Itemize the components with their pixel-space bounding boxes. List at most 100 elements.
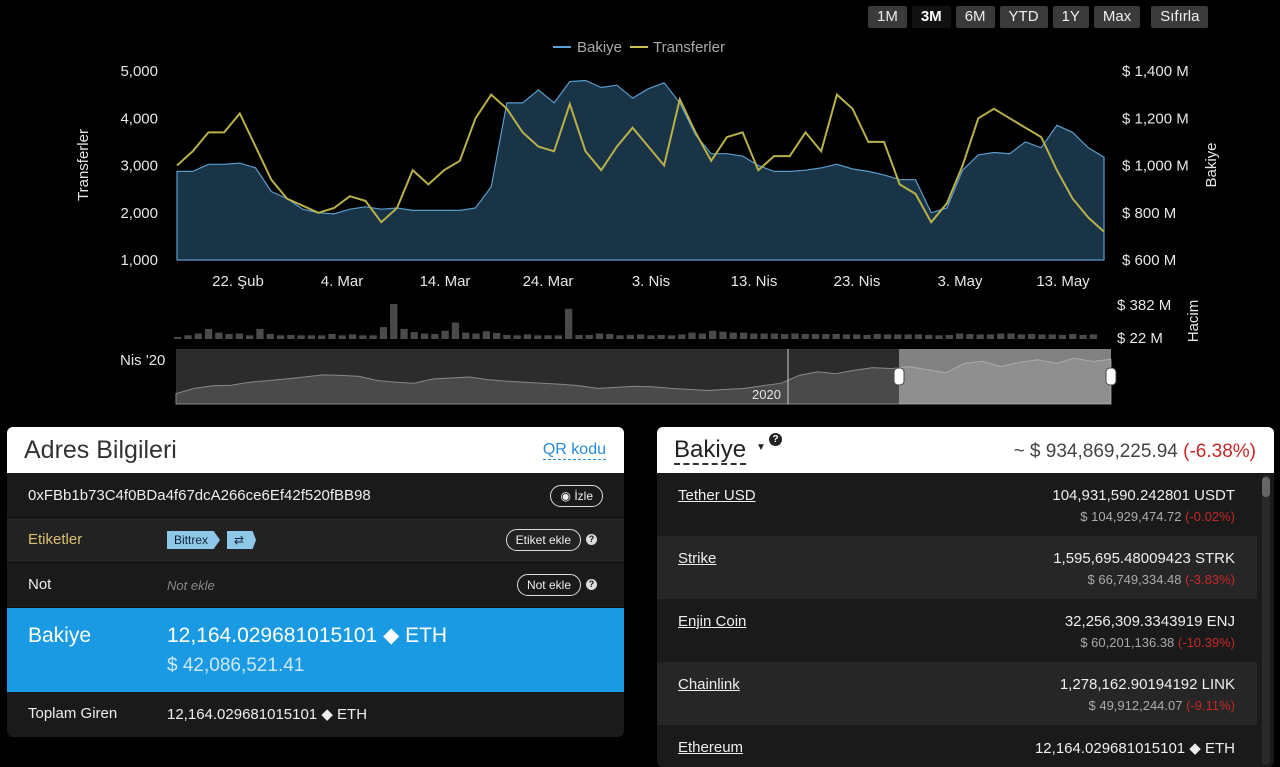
volume-bars: [174, 304, 1097, 339]
range-ytd-button[interactable]: YTD: [999, 6, 1048, 28]
watch-button[interactable]: ◉ İzle: [550, 485, 603, 507]
volume-bar: [853, 334, 861, 339]
token-change: (-9.11%): [1186, 698, 1235, 713]
token-change: (-10.39%): [1177, 635, 1235, 650]
volume-bar: [863, 334, 871, 339]
volume-bar: [657, 334, 665, 339]
note-input[interactable]: Not ekle: [167, 578, 215, 593]
token-amount: 104,931,590.242801 USDT: [1052, 487, 1235, 504]
volume-bar: [945, 334, 953, 339]
volume-bar: [575, 334, 583, 339]
tags-label: Etiketler: [28, 531, 83, 548]
volume-axis-label: Hacim: [1185, 300, 1202, 343]
navigator-right-handle[interactable]: [1105, 367, 1117, 386]
tag-bittrex[interactable]: Bittrex: [167, 531, 221, 549]
volume-bar: [667, 335, 676, 339]
token-name-link[interactable]: Ethereum: [678, 739, 743, 756]
balance-label: Bakiye: [28, 624, 92, 647]
volume-bar: [791, 333, 799, 339]
volume-bar: [482, 331, 490, 339]
qr-code-link[interactable]: QR kodu: [542, 441, 606, 460]
volume-bar: [441, 330, 449, 339]
volume-bar: [729, 332, 737, 339]
x-axis-tick: 22. Şub: [212, 273, 264, 290]
tokens-panel-title[interactable]: Bakiye: [674, 437, 747, 465]
volume-bar: [760, 333, 768, 339]
token-row: Ethereum 12,164.029681015101 ◆ ETH: [657, 725, 1257, 767]
token-row: Tether USD 104,931,590.242801 USDT $ 104…: [657, 473, 1257, 536]
navigator-year-label: 2020: [752, 387, 781, 402]
volume-bar: [276, 335, 285, 339]
range-3m-button[interactable]: 3M: [911, 6, 951, 28]
volume-bar: [318, 335, 326, 339]
scrollbar-thumb[interactable]: [1262, 477, 1270, 497]
range-6m-button[interactable]: 6M: [955, 6, 995, 28]
reset-zoom-button[interactable]: Sıfırla: [1151, 6, 1209, 28]
volume-bar: [688, 332, 696, 339]
token-amount: 12,164.029681015101 ◆ ETH: [1034, 740, 1235, 757]
volume-bar: [513, 335, 521, 339]
tags-help-icon[interactable]: ?: [586, 534, 597, 545]
navigator-left-handle[interactable]: [893, 367, 905, 386]
volume-bar: [431, 334, 439, 339]
volume-bar: [194, 333, 202, 339]
tag-exchange[interactable]: ⇄: [227, 531, 257, 549]
add-note-button[interactable]: Not ekle: [516, 574, 581, 596]
volume-bar: [894, 334, 902, 339]
legend-transferler[interactable]: Transferler: [653, 39, 725, 56]
volume-bar: [1069, 334, 1077, 339]
volume-bar: [595, 333, 604, 339]
volume-bar: [369, 335, 377, 339]
total-received-unit: ETH: [337, 706, 368, 723]
volume-bar: [534, 335, 542, 339]
right-axis-tick: $ 800 M: [1122, 205, 1176, 222]
navigator-selection[interactable]: [899, 349, 1111, 404]
address-panel-header: Adres Bilgileri QR kodu: [7, 427, 624, 473]
volume-bar: [904, 334, 912, 339]
x-axis-tick: 23. Nis: [834, 273, 881, 290]
balance-transfers-chart: Bakiye Transferler 5,000 4,000 3,000 2,000 1…: [75, 39, 1220, 405]
volume-bar: [174, 337, 182, 339]
token-amount: 1,595,695.48009423 STRK: [1053, 550, 1235, 567]
left-axis-tick: 4,000: [120, 110, 158, 127]
add-tag-button[interactable]: Etiket ekle: [505, 529, 581, 551]
range-1y-button[interactable]: 1Y: [1052, 6, 1089, 28]
token-usd: $ 66,749,334.48 (-3.83%): [1088, 572, 1235, 587]
volume-bar: [1048, 334, 1056, 339]
volume-bar: [493, 333, 501, 339]
volume-bar: [873, 334, 881, 339]
volume-bar: [246, 335, 254, 339]
volume-bar: [822, 334, 830, 339]
ethereum-icon: ◆: [383, 624, 400, 647]
left-axis-tick: 1,000: [120, 252, 158, 269]
tokens-help-icon[interactable]: ?: [769, 433, 782, 446]
tokens-total-change: (-6.38%): [1183, 441, 1256, 462]
token-name-link[interactable]: Tether USD: [678, 487, 756, 504]
total-received-value-wrap: 12,164.029681015101 ◆ ETH: [167, 705, 367, 723]
volume-bar: [811, 334, 820, 339]
tokens-total: ~ $ 934,869,225.94 (-6.38%): [1014, 441, 1256, 463]
volume-bar: [739, 332, 748, 339]
volume-bar: [328, 334, 336, 339]
volume-bar: [256, 328, 264, 339]
legend-bakiye[interactable]: Bakiye: [577, 39, 622, 56]
bakiye-series-area: [176, 79, 1105, 261]
range-1m-button[interactable]: 1M: [868, 6, 907, 28]
caret-down-icon[interactable]: ▼: [756, 442, 766, 453]
total-received-value: 12,164.029681015101: [167, 706, 318, 723]
token-usd-value: $ 104,929,474.72: [1080, 509, 1182, 524]
range-max-button[interactable]: Max: [1093, 6, 1141, 28]
volume-bar: [544, 335, 552, 339]
volume-bar: [565, 308, 573, 339]
token-list-scrollbar[interactable]: [1262, 475, 1270, 765]
right-axis-ticks: $ 1,400 M $ 1,200 M $ 1,000 M $ 800 M $ 600 …: [1122, 63, 1189, 269]
token-name-link[interactable]: Enjin Coin: [678, 613, 746, 630]
note-help-icon[interactable]: ?: [586, 579, 597, 590]
balance-eth-unit: ETH: [405, 624, 448, 647]
volume-bar: [235, 333, 243, 339]
left-axis-tick: 5,000: [120, 63, 158, 80]
volume-bar: [616, 335, 624, 339]
token-name-link[interactable]: Chainlink: [678, 676, 740, 693]
volume-bar: [709, 330, 717, 339]
token-name-link[interactable]: Strike: [678, 550, 716, 567]
